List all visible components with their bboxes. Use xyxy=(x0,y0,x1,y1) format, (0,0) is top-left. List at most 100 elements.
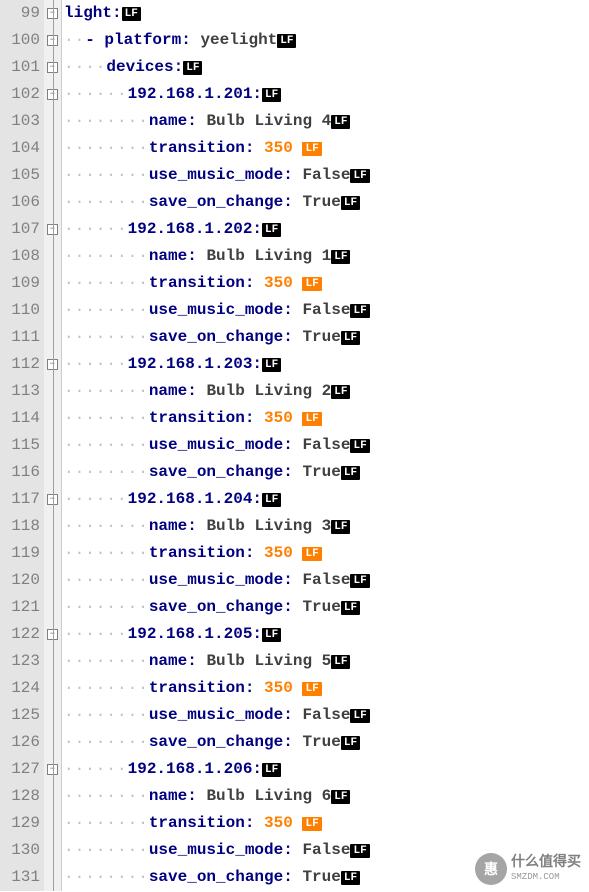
fold-guide xyxy=(44,783,61,810)
lf-marker-icon: LF xyxy=(262,223,281,237)
fold-guide xyxy=(44,513,61,540)
code-line[interactable]: ········use_music_mode: FalseLF xyxy=(64,162,589,189)
line-number: 128 xyxy=(0,783,40,810)
line-number: 105 xyxy=(0,162,40,189)
lf-marker-icon: LF xyxy=(341,466,360,480)
code-line[interactable]: ········name: Bulb Living 6LF xyxy=(64,783,589,810)
code-line[interactable]: ······192.168.1.206:LF xyxy=(64,756,589,783)
lf-marker-icon: LF xyxy=(350,304,369,318)
code-line[interactable]: ······192.168.1.201:LF xyxy=(64,81,589,108)
fold-guide xyxy=(44,567,61,594)
line-number: 115 xyxy=(0,432,40,459)
code-line[interactable]: ······192.168.1.202:LF xyxy=(64,216,589,243)
lf-marker-icon: LF xyxy=(302,817,321,831)
line-number: 104 xyxy=(0,135,40,162)
code-line[interactable]: ········name: Bulb Living 1LF xyxy=(64,243,589,270)
code-line[interactable]: ········name: Bulb Living 5LF xyxy=(64,648,589,675)
code-line[interactable]: ····devices:LF xyxy=(64,54,589,81)
line-number: 126 xyxy=(0,729,40,756)
fold-toggle[interactable]: − xyxy=(44,486,61,513)
fold-toggle[interactable]: − xyxy=(44,27,61,54)
code-line[interactable]: light:LF xyxy=(64,0,589,27)
watermark-text: 什么值得买 xyxy=(511,856,581,871)
code-line[interactable]: ········save_on_change: TrueLF xyxy=(64,324,589,351)
lf-marker-icon: LF xyxy=(350,844,369,858)
code-line[interactable]: ········use_music_mode: FalseLF xyxy=(64,567,589,594)
fold-toggle[interactable]: − xyxy=(44,621,61,648)
line-number: 103 xyxy=(0,108,40,135)
lf-marker-icon: LF xyxy=(262,358,281,372)
fold-guide xyxy=(44,243,61,270)
code-line[interactable]: ········save_on_change: TrueLF xyxy=(64,729,589,756)
code-line[interactable]: ········transition: 350 LF xyxy=(64,540,589,567)
fold-guide xyxy=(44,405,61,432)
code-line[interactable]: ········transition: 350 LF xyxy=(64,135,589,162)
line-number: 121 xyxy=(0,594,40,621)
code-line[interactable]: ········use_music_mode: FalseLF xyxy=(64,702,589,729)
lf-marker-icon: LF xyxy=(350,709,369,723)
fold-toggle[interactable]: − xyxy=(44,351,61,378)
code-line[interactable]: ········use_music_mode: FalseLF xyxy=(64,297,589,324)
lf-marker-icon: LF xyxy=(262,88,281,102)
fold-toggle[interactable]: − xyxy=(44,0,61,27)
fold-toggle[interactable]: − xyxy=(44,81,61,108)
lf-marker-icon: LF xyxy=(262,628,281,642)
code-editor[interactable]: 9910010110210310410510610710810911011111… xyxy=(0,0,589,891)
code-line[interactable]: ········transition: 350 LF xyxy=(64,675,589,702)
line-number: 131 xyxy=(0,864,40,891)
fold-guide xyxy=(44,459,61,486)
lf-marker-icon: LF xyxy=(350,574,369,588)
lf-marker-icon: LF xyxy=(331,250,350,264)
fold-guide xyxy=(44,162,61,189)
line-number: 120 xyxy=(0,567,40,594)
fold-guide xyxy=(44,729,61,756)
lf-marker-icon: LF xyxy=(341,601,360,615)
fold-toggle[interactable]: − xyxy=(44,54,61,81)
fold-guide xyxy=(44,540,61,567)
lf-marker-icon: LF xyxy=(341,196,360,210)
fold-toggle[interactable]: − xyxy=(44,756,61,783)
code-line[interactable]: ········name: Bulb Living 3LF xyxy=(64,513,589,540)
fold-guide xyxy=(44,108,61,135)
lf-marker-icon: LF xyxy=(262,763,281,777)
line-number: 109 xyxy=(0,270,40,297)
line-number: 118 xyxy=(0,513,40,540)
line-number: 101 xyxy=(0,54,40,81)
watermark-sub: SMZDM.COM xyxy=(511,872,581,882)
lf-marker-icon: LF xyxy=(341,871,360,885)
code-line[interactable]: ········use_music_mode: FalseLF xyxy=(64,432,589,459)
fold-guide xyxy=(44,270,61,297)
code-line[interactable]: ········name: Bulb Living 2LF xyxy=(64,378,589,405)
line-number: 99 xyxy=(0,0,40,27)
code-line[interactable]: ········transition: 350 LF xyxy=(64,405,589,432)
fold-column[interactable]: −−−−−−−−− xyxy=(44,0,62,891)
fold-toggle[interactable]: − xyxy=(44,216,61,243)
line-number: 100 xyxy=(0,27,40,54)
lf-marker-icon: LF xyxy=(183,61,202,75)
watermark: 惠 什么值得买 SMZDM.COM xyxy=(475,853,581,885)
code-area[interactable]: light:LF··- platform: yeelightLF····devi… xyxy=(62,0,589,891)
lf-marker-icon: LF xyxy=(302,412,321,426)
fold-guide xyxy=(44,297,61,324)
line-number: 114 xyxy=(0,405,40,432)
code-line[interactable]: ······192.168.1.203:LF xyxy=(64,351,589,378)
fold-guide xyxy=(44,594,61,621)
code-line[interactable]: ········transition: 350 LF xyxy=(64,270,589,297)
lf-marker-icon: LF xyxy=(331,115,350,129)
code-line[interactable]: ········transition: 350 LF xyxy=(64,810,589,837)
line-number: 112 xyxy=(0,351,40,378)
code-line[interactable]: ······192.168.1.205:LF xyxy=(64,621,589,648)
code-line[interactable]: ······192.168.1.204:LF xyxy=(64,486,589,513)
code-line[interactable]: ········save_on_change: TrueLF xyxy=(64,594,589,621)
code-line[interactable]: ··- platform: yeelightLF xyxy=(64,27,589,54)
line-number: 116 xyxy=(0,459,40,486)
lf-marker-icon: LF xyxy=(341,331,360,345)
code-line[interactable]: ········save_on_change: TrueLF xyxy=(64,459,589,486)
code-line[interactable]: ········save_on_change: TrueLF xyxy=(64,189,589,216)
code-line[interactable]: ········name: Bulb Living 4LF xyxy=(64,108,589,135)
lf-marker-icon: LF xyxy=(350,169,369,183)
lf-marker-icon: LF xyxy=(302,277,321,291)
line-number: 110 xyxy=(0,297,40,324)
line-number: 107 xyxy=(0,216,40,243)
fold-guide xyxy=(44,189,61,216)
